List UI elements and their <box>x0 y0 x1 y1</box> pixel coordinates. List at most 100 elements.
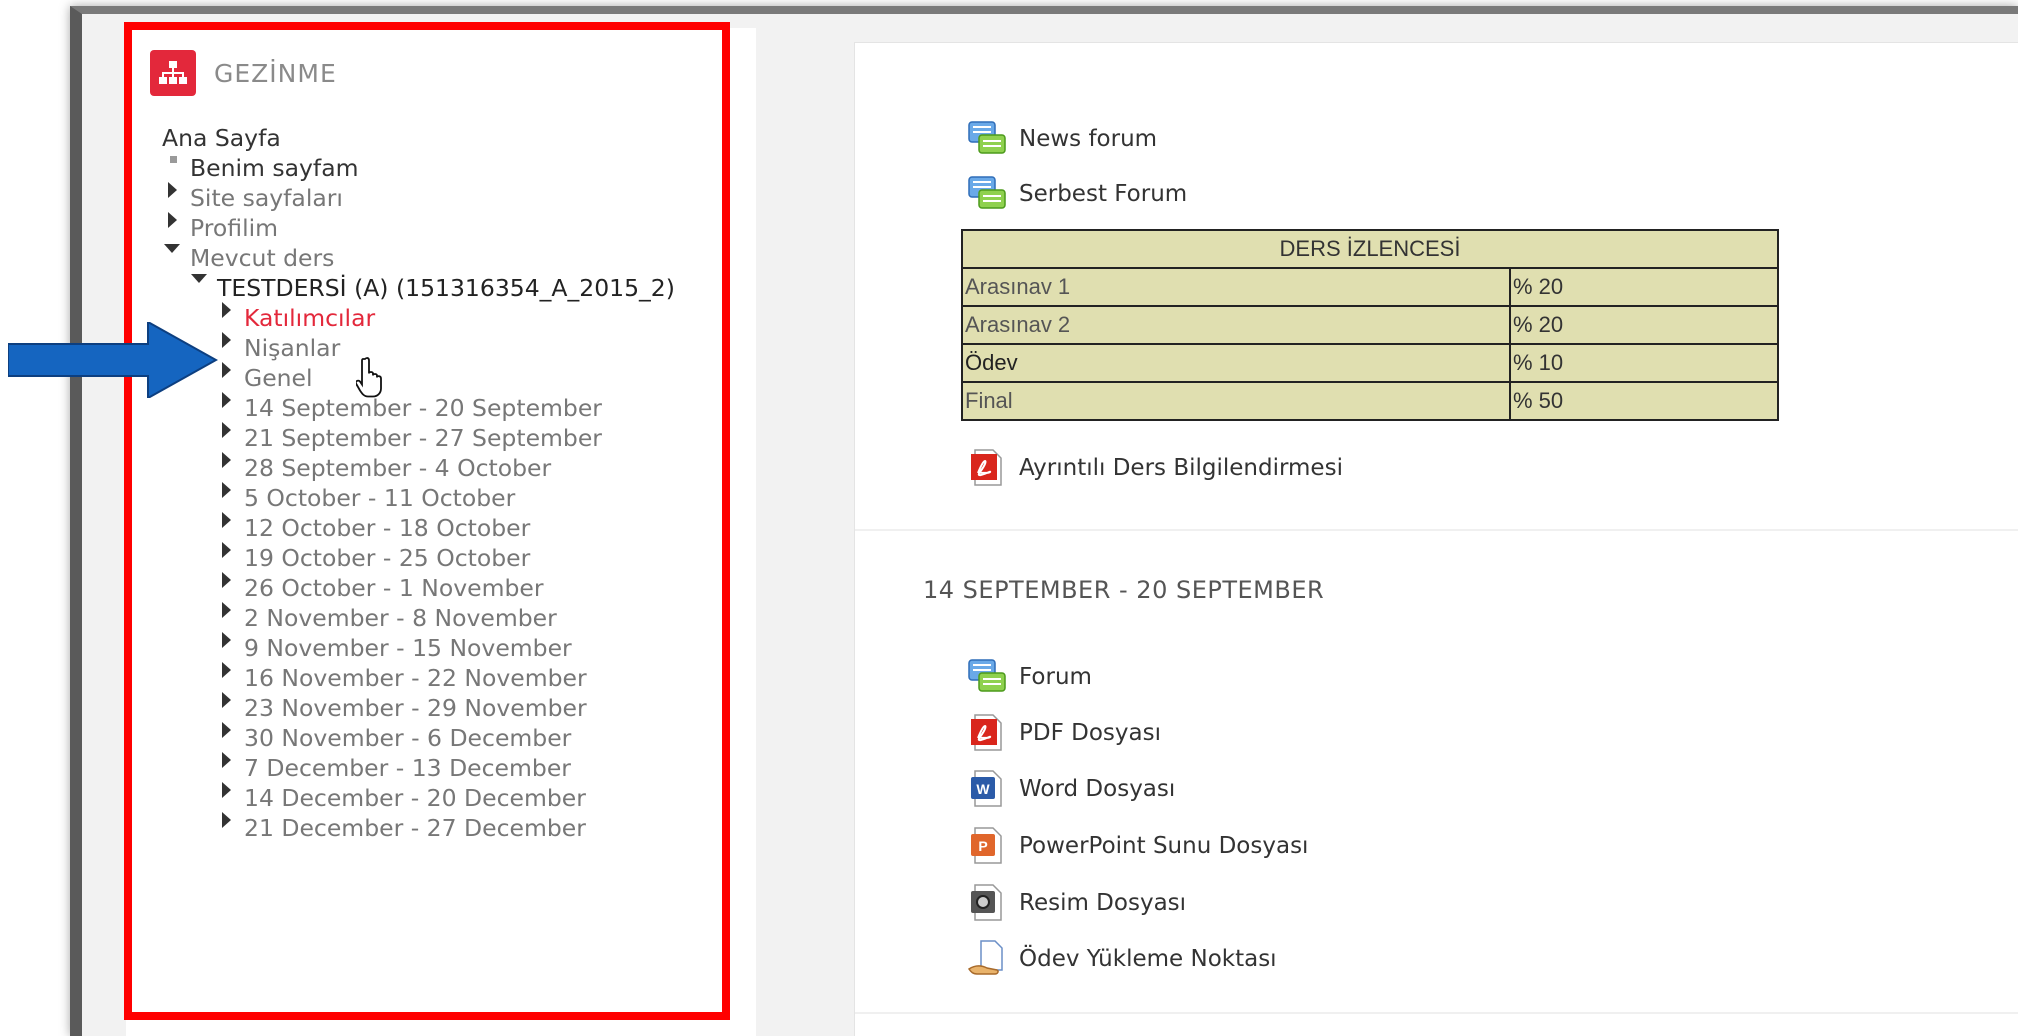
expand-icon[interactable] <box>222 392 231 408</box>
nav-item-label: Nişanlar <box>244 334 341 362</box>
expand-icon[interactable] <box>222 512 231 528</box>
navigation-header: GEZİNME <box>150 50 337 96</box>
table-row: Final % 50 <box>961 381 1779 421</box>
activity-word[interactable]: W Word Dosyası <box>967 769 1175 809</box>
table-row: Arasınav 2 % 20 <box>961 305 1779 345</box>
nav-item-label: Site sayfaları <box>190 184 343 212</box>
expand-icon[interactable] <box>222 302 231 318</box>
expand-icon[interactable] <box>222 332 231 348</box>
hand-cursor-icon <box>354 356 386 402</box>
nav-item-label: 21 December - 27 December <box>244 814 586 842</box>
expand-icon[interactable] <box>222 542 231 558</box>
word-icon: W <box>967 769 1007 809</box>
screenshot-frame: GEZİNME Ana Sayfa Benim sayfam Site sayf… <box>70 6 2018 1036</box>
activity-label[interactable]: Ödev Yükleme Noktası <box>1019 946 1277 972</box>
navigation-title: GEZİNME <box>214 58 337 88</box>
activity-label[interactable]: Forum <box>1019 664 1092 690</box>
section-title: 14 SEPTEMBER - 20 SEPTEMBER <box>923 576 1325 604</box>
table-cell-value: % 20 <box>1509 267 1779 307</box>
nav-item-label: 14 September - 20 September <box>244 394 602 422</box>
nav-item-label: Benim sayfam <box>190 154 359 182</box>
expand-icon[interactable] <box>222 692 231 708</box>
nav-item-label: 14 December - 20 December <box>244 784 586 812</box>
nav-item-label: 21 September - 27 September <box>244 424 602 452</box>
expand-icon[interactable] <box>222 662 231 678</box>
image-file-icon <box>967 883 1007 923</box>
nav-item-label: 23 November - 29 November <box>244 694 587 722</box>
expand-icon[interactable] <box>168 212 177 228</box>
activity-label[interactable]: News forum <box>1019 126 1157 152</box>
expand-icon[interactable] <box>222 632 231 648</box>
nav-item-label: 2 November - 8 November <box>244 604 557 632</box>
activity-news-forum[interactable]: News forum <box>967 119 1157 159</box>
pdf-icon <box>967 448 1007 488</box>
course-content: News forum Serbest Forum DERS İZLENCESİ … <box>854 42 2018 1036</box>
nav-item-label: TESTDERSİ (A) (151316354_A_2015_2) <box>217 274 675 302</box>
nav-item-label: 26 October - 1 November <box>244 574 544 602</box>
section-divider <box>855 529 2018 531</box>
nav-item-label: Ana Sayfa <box>162 124 281 152</box>
table-cell-value: % 10 <box>1509 343 1779 383</box>
activity-image[interactable]: Resim Dosyası <box>967 883 1186 923</box>
navigation-block: GEZİNME Ana Sayfa Benim sayfam Site sayf… <box>126 28 756 1036</box>
table-cell-name: Arasınav 2 <box>961 305 1511 345</box>
activity-serbest-forum[interactable]: Serbest Forum <box>967 174 1187 214</box>
syllabus-title: DERS İZLENCESİ <box>961 229 1779 269</box>
table-cell-name: Arasınav 1 <box>961 267 1511 307</box>
bullet-icon <box>170 156 177 163</box>
table-cell-name: Final <box>961 381 1511 421</box>
nav-item-label: 30 November - 6 December <box>244 724 572 752</box>
nav-item-label: 5 October - 11 October <box>244 484 516 512</box>
activity-assignment[interactable]: Ödev Yükleme Noktası <box>967 939 1277 979</box>
nav-item-label: Profilim <box>190 214 279 242</box>
collapse-icon[interactable] <box>164 244 180 253</box>
expand-icon[interactable] <box>222 452 231 468</box>
nav-item-label: Genel <box>244 364 313 392</box>
nav-item-week[interactable]: 21 December - 27 December <box>222 810 586 846</box>
activity-pdf[interactable]: PDF Dosyası <box>967 713 1161 753</box>
nav-item-label: 19 October - 25 October <box>244 544 531 572</box>
forum-icon <box>967 119 1007 159</box>
table-row: Arasınav 1 % 20 <box>961 267 1779 307</box>
section-divider <box>855 1012 2018 1014</box>
powerpoint-icon: P <box>967 826 1007 866</box>
activity-label[interactable]: Resim Dosyası <box>1019 890 1186 916</box>
expand-icon[interactable] <box>222 482 231 498</box>
expand-icon[interactable] <box>168 182 177 198</box>
nav-item-label: 16 November - 22 November <box>244 664 587 692</box>
activity-label[interactable]: PDF Dosyası <box>1019 720 1161 746</box>
expand-icon[interactable] <box>222 602 231 618</box>
forum-icon <box>967 174 1007 214</box>
expand-icon[interactable] <box>222 422 231 438</box>
expand-icon[interactable] <box>222 782 231 798</box>
expand-icon[interactable] <box>222 362 231 378</box>
activity-label[interactable]: PowerPoint Sunu Dosyası <box>1019 833 1308 859</box>
syllabus-table: DERS İZLENCESİ Arasınav 1 % 20 Arasınav … <box>961 229 1779 421</box>
activity-label[interactable]: Ayrıntılı Ders Bilgilendirmesi <box>1019 455 1343 481</box>
pdf-icon <box>967 713 1007 753</box>
collapse-icon[interactable] <box>191 274 207 283</box>
expand-icon[interactable] <box>222 572 231 588</box>
svg-text:P: P <box>978 838 987 854</box>
activity-label[interactable]: Serbest Forum <box>1019 181 1187 207</box>
assignment-icon <box>967 939 1007 979</box>
nav-item-label: 9 November - 15 November <box>244 634 572 662</box>
expand-icon[interactable] <box>222 722 231 738</box>
sitemap-icon <box>150 50 196 96</box>
svg-text:W: W <box>976 781 990 797</box>
expand-icon[interactable] <box>222 752 231 768</box>
table-cell-name: Ödev <box>961 343 1511 383</box>
activity-forum[interactable]: Forum <box>967 657 1092 697</box>
nav-item-label: 7 December - 13 December <box>244 754 571 782</box>
nav-item-label: Mevcut ders <box>190 244 335 272</box>
expand-icon[interactable] <box>222 812 231 828</box>
activity-course-details[interactable]: Ayrıntılı Ders Bilgilendirmesi <box>967 448 1343 488</box>
activity-powerpoint[interactable]: P PowerPoint Sunu Dosyası <box>967 826 1308 866</box>
arrow-icon <box>7 320 219 402</box>
table-cell-value: % 20 <box>1509 305 1779 345</box>
activity-label[interactable]: Word Dosyası <box>1019 776 1175 802</box>
nav-item-label: Katılımcılar <box>244 304 376 332</box>
nav-item-label: 28 September - 4 October <box>244 454 552 482</box>
table-cell-value: % 50 <box>1509 381 1779 421</box>
table-row: Ödev % 10 <box>961 343 1779 383</box>
